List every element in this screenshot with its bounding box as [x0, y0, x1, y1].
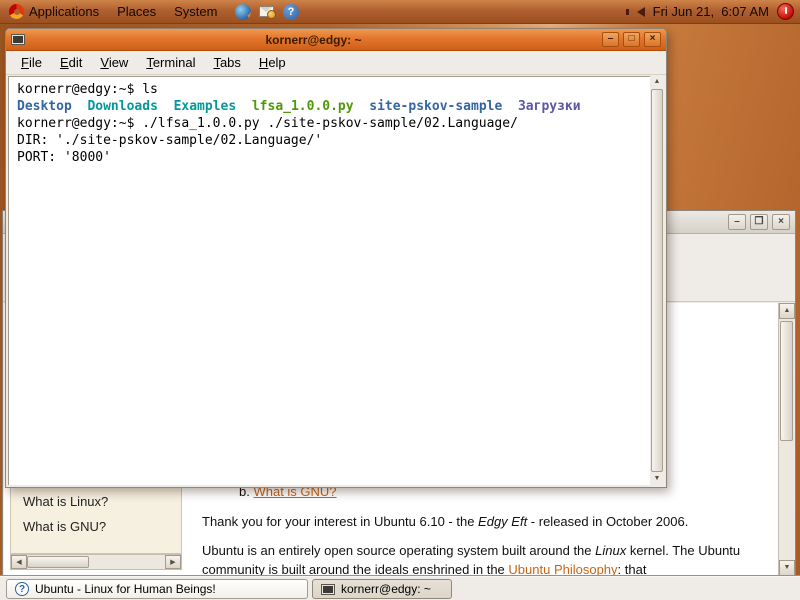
menu-system[interactable]: System: [165, 0, 226, 23]
terminal-screen[interactable]: kornerr@edgy:~$ lsDesktop Downloads Exam…: [8, 76, 650, 485]
menu-places[interactable]: Places: [108, 0, 165, 23]
inline-link[interactable]: Ubuntu Philosophy: [508, 562, 617, 576]
maximize-icon[interactable]: □: [623, 32, 640, 47]
terminal-line: Desktop Downloads Examples lfsa_1.0.0.py…: [17, 98, 642, 115]
about-paragraph: Ubuntu is an entirely open source operat…: [202, 541, 778, 576]
text-segment: kornerr@edgy:~$ ./lfsa_1.0.0.py ./site-p…: [17, 116, 518, 131]
close-icon[interactable]: ×: [772, 214, 790, 230]
terminal-line: DIR: './site-pskov-sample/02.Language/': [17, 132, 642, 149]
scrollbar-thumb[interactable]: [27, 556, 89, 568]
sidebar-horizontal-scrollbar[interactable]: ◀ ▶: [10, 554, 182, 570]
sidebar-link-what-is-linux[interactable]: What is Linux?: [23, 494, 108, 509]
menu-file[interactable]: File: [12, 52, 51, 73]
text-segment: kornerr@edgy:~$ ls: [17, 82, 158, 97]
terminal-menubar: File Edit View Terminal Tabs Help: [6, 51, 666, 75]
text-segment: [502, 99, 518, 114]
menu-edit[interactable]: Edit: [51, 52, 91, 73]
text-segment: - released in October 2006.: [527, 514, 688, 529]
text-segment: Загрузки: [518, 99, 581, 114]
terminal-titlebar[interactable]: kornerr@edgy: ~ – □ ×: [6, 29, 666, 51]
text-segment: [158, 99, 174, 114]
page-vertical-scrollbar[interactable]: ▲ ▼: [778, 303, 794, 576]
text-segment: Examples: [174, 99, 237, 114]
text-segment: Downloads: [87, 99, 157, 114]
bottom-taskbar: ? Ubuntu - Linux for Human Beings! korne…: [0, 576, 800, 600]
text-segment: Desktop: [17, 99, 72, 114]
scroll-up-icon[interactable]: ▲: [650, 76, 664, 88]
terminal-icon: [11, 34, 25, 45]
text-segment: DIR: './site-pskov-sample/02.Language/': [17, 133, 322, 148]
menu-view[interactable]: View: [91, 52, 137, 73]
scrollbar-thumb[interactable]: [780, 321, 793, 441]
terminal-window: kornerr@edgy: ~ – □ × File Edit View Ter…: [5, 28, 667, 488]
text-segment: [236, 99, 252, 114]
scroll-down-icon[interactable]: ▼: [779, 560, 795, 576]
mail-launcher[interactable]: [258, 3, 275, 20]
scroll-left-icon[interactable]: ◀: [11, 555, 27, 569]
text-segment: : that: [618, 562, 647, 576]
task-button-terminal[interactable]: kornerr@edgy: ~: [312, 579, 452, 599]
restore-icon[interactable]: ❐: [750, 214, 768, 230]
scrollbar-thumb[interactable]: [651, 89, 663, 472]
firefox-icon: [235, 4, 251, 20]
terminal-scrollbar[interactable]: ▲ ▼: [650, 76, 664, 485]
minimize-icon[interactable]: –: [602, 32, 619, 47]
text-segment: lfsa_1.0.0.py: [252, 99, 354, 114]
scroll-up-icon[interactable]: ▲: [779, 303, 795, 319]
text-segment: site-pskov-sample: [369, 99, 502, 114]
volume-icon[interactable]: [637, 7, 645, 17]
text-segment: Edgy Eft: [478, 514, 527, 529]
text-segment: Ubuntu is an entirely open source operat…: [202, 543, 595, 558]
terminal-icon: [321, 584, 335, 595]
terminal-line: kornerr@edgy:~$ ./lfsa_1.0.0.py ./site-p…: [17, 115, 642, 132]
help-icon: ?: [283, 4, 299, 20]
system-menu-label: System: [174, 4, 217, 19]
places-menu-label: Places: [117, 4, 156, 19]
terminal-line: PORT: '8000': [17, 149, 642, 166]
menu-terminal[interactable]: Terminal: [137, 52, 204, 73]
applications-menu-label: Applications: [29, 4, 99, 19]
clock-applet[interactable]: Fri Jun 21, 6:07 AM: [653, 4, 769, 19]
text-segment: Thank you for your interest in Ubuntu 6.…: [202, 514, 478, 529]
minimize-icon[interactable]: –: [728, 214, 746, 230]
quit-button[interactable]: [777, 3, 794, 20]
terminal-line: kornerr@edgy:~$ ls: [17, 81, 642, 98]
close-icon[interactable]: ×: [644, 32, 661, 47]
task-button-firefox[interactable]: ? Ubuntu - Linux for Human Beings!: [6, 579, 308, 599]
mail-icon: [259, 6, 274, 17]
top-panel: Applications Places System ? Fri Jun 21,…: [0, 0, 800, 24]
help-page-icon: ?: [15, 582, 29, 596]
firefox-launcher[interactable]: [234, 3, 251, 20]
help-launcher[interactable]: ?: [282, 3, 299, 20]
sidebar-link-what-is-gnu[interactable]: What is GNU?: [23, 519, 106, 534]
ubuntu-logo-icon: [9, 4, 24, 19]
intro-paragraph: Thank you for your interest in Ubuntu 6.…: [202, 512, 778, 531]
text-segment: [72, 99, 88, 114]
task-label: Ubuntu - Linux for Human Beings!: [35, 582, 216, 596]
scroll-down-icon[interactable]: ▼: [650, 473, 664, 485]
terminal-window-title: kornerr@edgy: ~: [25, 33, 602, 47]
text-segment: Linux: [595, 543, 626, 558]
task-label: kornerr@edgy: ~: [341, 582, 431, 596]
text-segment: PORT: '8000': [17, 150, 111, 165]
menu-help[interactable]: Help: [250, 52, 295, 73]
scroll-right-icon[interactable]: ▶: [165, 555, 181, 569]
menu-applications[interactable]: Applications: [0, 0, 108, 23]
text-segment: [354, 99, 370, 114]
menu-tabs[interactable]: Tabs: [204, 52, 249, 73]
